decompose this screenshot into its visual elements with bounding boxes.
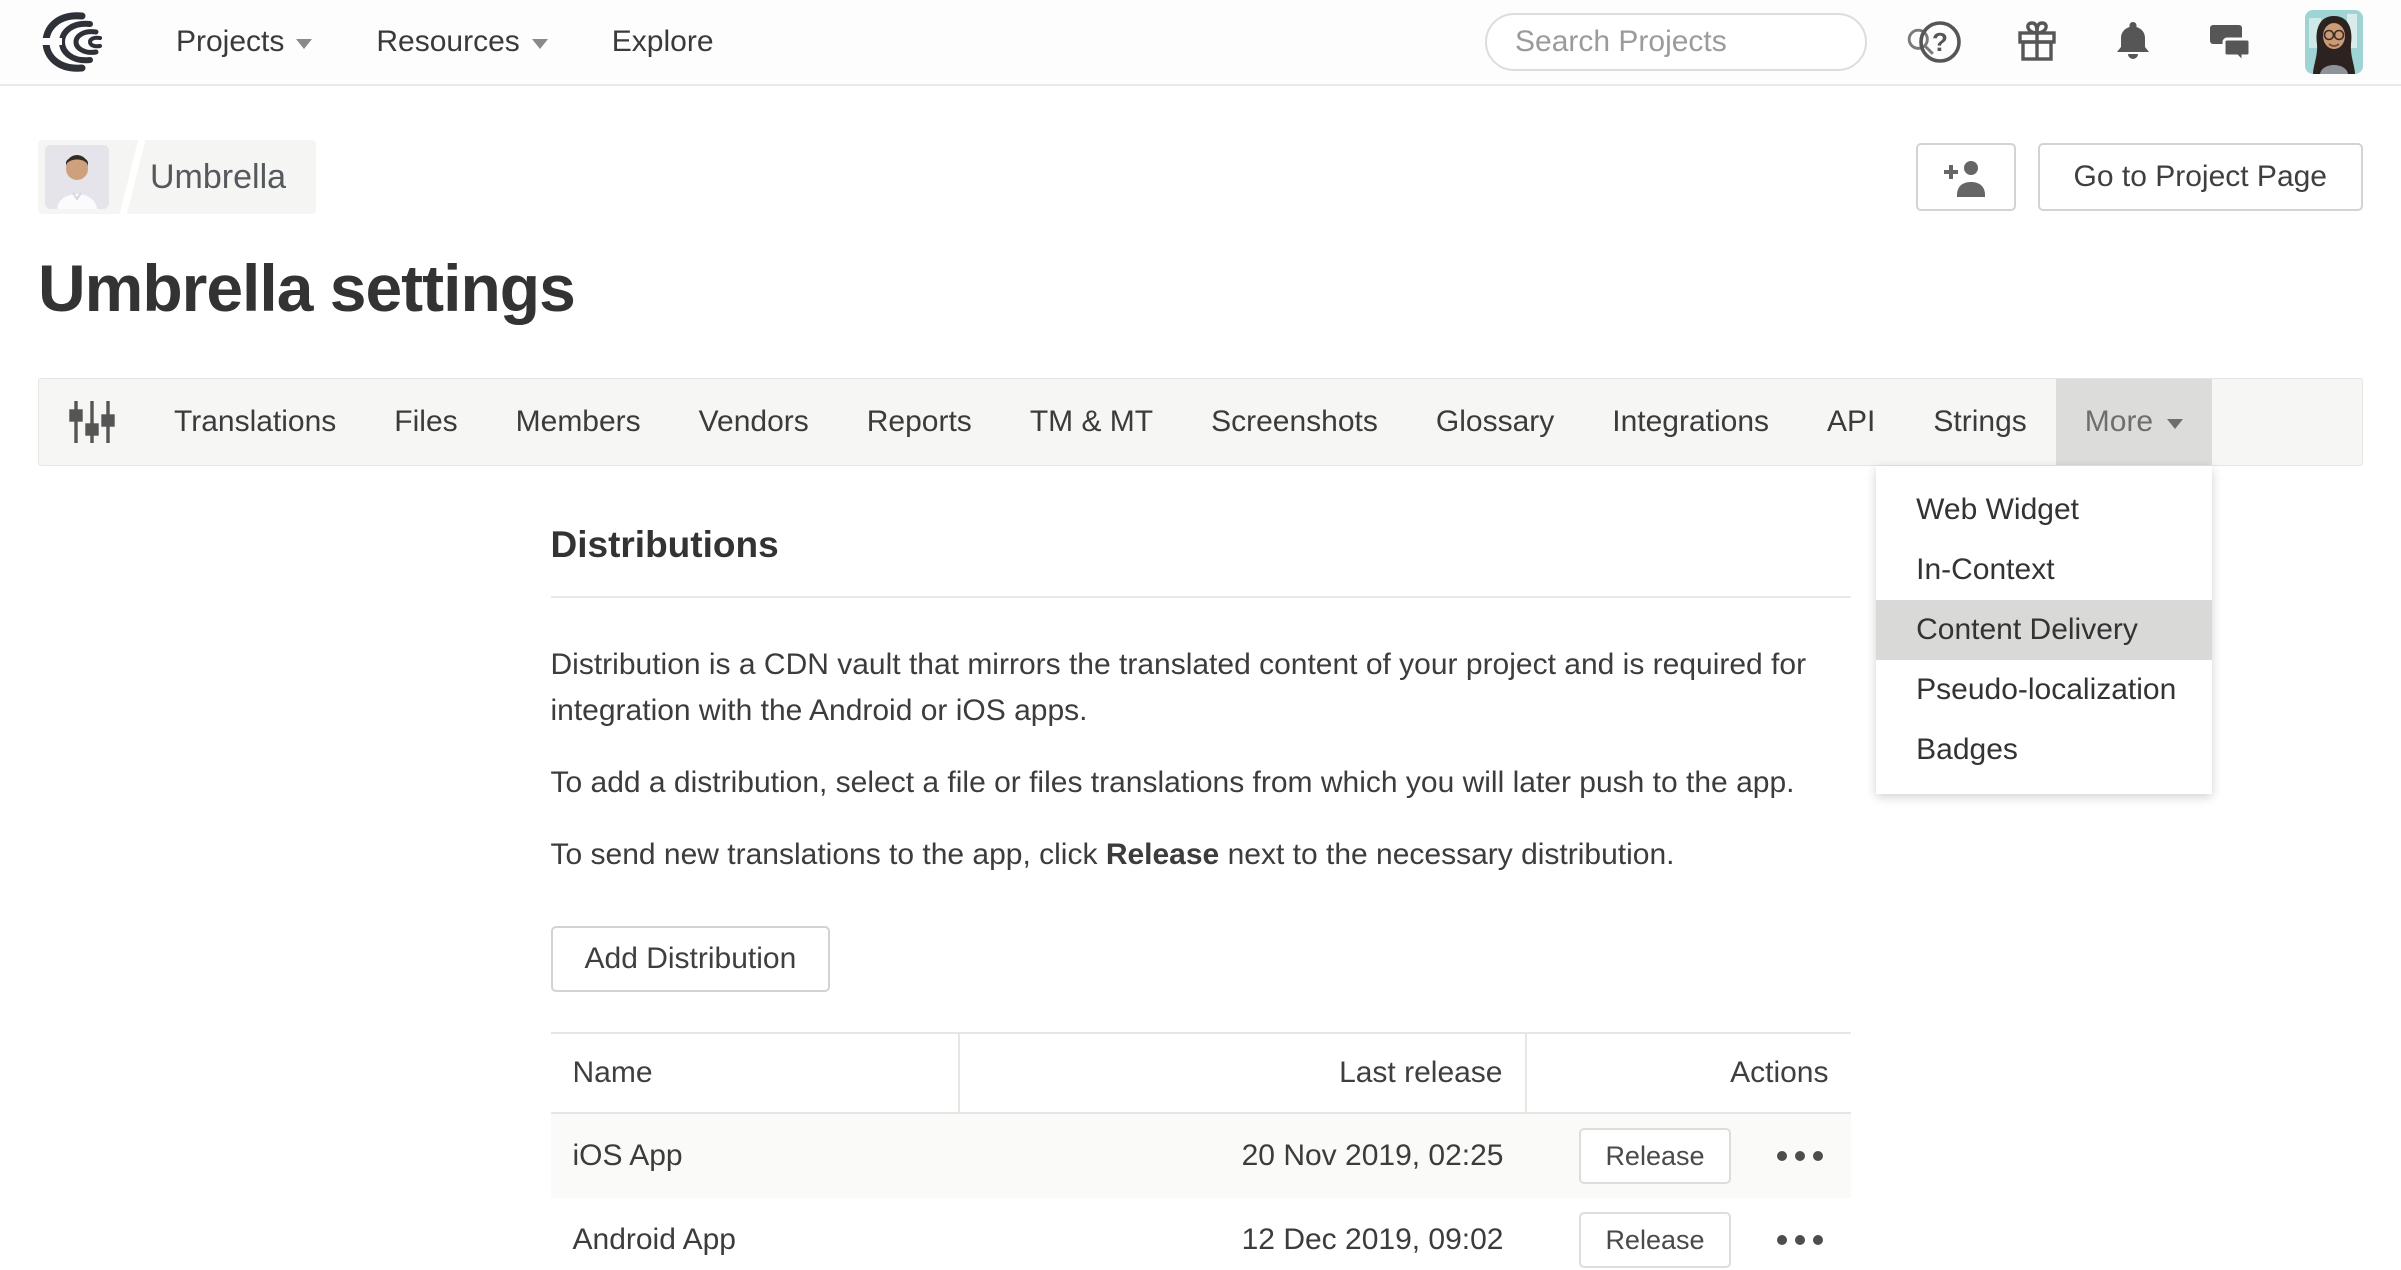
- tab-members[interactable]: Members: [487, 379, 670, 465]
- navbar-right: ?: [1485, 10, 2363, 74]
- table-row-ios-app: iOS App 20 Nov 2019, 02:25 Release: [551, 1113, 1851, 1198]
- menu-explore-label: Explore: [612, 25, 714, 59]
- tab-api[interactable]: API: [1798, 379, 1904, 465]
- tab-more[interactable]: More Web Widget In-Context Content Deliv…: [2056, 379, 2212, 465]
- description-3-bold: Release: [1106, 838, 1219, 871]
- description-3-suffix: next to the necessary distribution.: [1219, 838, 1674, 871]
- tab-integrations[interactable]: Integrations: [1583, 379, 1798, 465]
- chevron-down-icon: [296, 39, 312, 49]
- section-heading: Distributions: [551, 524, 1851, 598]
- table-header-row: Name Last release Actions: [551, 1033, 1851, 1113]
- breadcrumb-project-name: Umbrella: [150, 158, 286, 197]
- svg-text:?: ?: [1932, 27, 1948, 57]
- breadcrumb-separator: [116, 140, 149, 214]
- tab-glossary[interactable]: Glossary: [1407, 379, 1583, 465]
- go-to-project-page-button[interactable]: Go to Project Page: [2038, 143, 2363, 211]
- tab-translations[interactable]: Translations: [145, 379, 365, 465]
- project-owner-avatar: [45, 145, 109, 209]
- menu-item-web-widget[interactable]: Web Widget: [1876, 480, 2212, 540]
- tab-screenshots[interactable]: Screenshots: [1182, 379, 1407, 465]
- column-header-name: Name: [551, 1033, 959, 1113]
- more-dropdown-menu: Web Widget In-Context Content Delivery P…: [1876, 466, 2212, 794]
- distributions-description-3: To send new translations to the app, cli…: [551, 832, 1851, 878]
- settings-sliders-icon[interactable]: [39, 379, 145, 465]
- header-actions: Go to Project Page: [1916, 143, 2363, 211]
- distributions-description-2: To add a distribution, select a file or …: [551, 760, 1851, 806]
- chevron-down-icon: [2167, 419, 2183, 429]
- breadcrumb-row: Umbrella Go to Project Page: [38, 140, 2363, 214]
- tab-more-label: More: [2085, 405, 2153, 439]
- brand-logo-icon[interactable]: [38, 10, 116, 74]
- tab-tm-mt[interactable]: TM & MT: [1001, 379, 1182, 465]
- menu-resources-label: Resources: [376, 25, 519, 59]
- page-title: Umbrella settings: [38, 250, 2363, 326]
- tab-reports[interactable]: Reports: [838, 379, 1001, 465]
- notifications-bell-icon[interactable]: [2111, 18, 2155, 66]
- distributions-description-1: Distribution is a CDN vault that mirrors…: [551, 642, 1851, 734]
- row-actions-ellipsis-icon[interactable]: [1775, 1225, 1825, 1255]
- distributions-section: Distributions Distribution is a CDN vaul…: [551, 524, 1851, 1270]
- top-navbar: Projects Resources Explore ?: [0, 0, 2401, 86]
- tab-strings[interactable]: Strings: [1904, 379, 2055, 465]
- search-box[interactable]: [1485, 13, 1867, 71]
- chevron-down-icon: [532, 39, 548, 49]
- row-actions-ellipsis-icon[interactable]: [1775, 1141, 1825, 1171]
- logo-slit: [40, 38, 62, 45]
- breadcrumb[interactable]: Umbrella: [38, 140, 316, 214]
- distribution-name: Android App: [551, 1198, 959, 1270]
- menu-projects-label: Projects: [176, 25, 284, 59]
- table-row-android-app: Android App 12 Dec 2019, 09:02 Release: [551, 1198, 1851, 1270]
- last-release-date: 12 Dec 2019, 09:02: [959, 1198, 1526, 1270]
- menu-item-badges[interactable]: Badges: [1876, 720, 2212, 780]
- tab-files[interactable]: Files: [365, 379, 486, 465]
- help-icon[interactable]: ?: [1917, 19, 1963, 65]
- column-header-actions: Actions: [1526, 1033, 1851, 1113]
- invite-user-button[interactable]: [1916, 143, 2016, 211]
- menu-item-content-delivery[interactable]: Content Delivery: [1876, 600, 2212, 660]
- column-header-last-release: Last release: [959, 1033, 1526, 1113]
- search-input[interactable]: [1515, 25, 1901, 59]
- tab-vendors[interactable]: Vendors: [670, 379, 838, 465]
- menu-item-in-context[interactable]: In-Context: [1876, 540, 2212, 600]
- settings-tabbar: Translations Files Members Vendors Repor…: [38, 378, 2363, 466]
- release-button[interactable]: Release: [1579, 1212, 1730, 1268]
- menu-resources[interactable]: Resources: [376, 25, 547, 59]
- release-button[interactable]: Release: [1579, 1128, 1730, 1184]
- messages-chat-icon[interactable]: [2205, 19, 2255, 65]
- distributions-table: Name Last release Actions iOS App 20 Nov…: [551, 1032, 1851, 1270]
- add-distribution-button[interactable]: Add Distribution: [551, 926, 831, 992]
- user-avatar[interactable]: [2305, 10, 2363, 74]
- last-release-date: 20 Nov 2019, 02:25: [959, 1113, 1526, 1198]
- menu-item-pseudo-localization[interactable]: Pseudo-localization: [1876, 660, 2212, 720]
- add-user-icon: [1940, 155, 1992, 199]
- description-3-prefix: To send new translations to the app, cli…: [551, 838, 1106, 871]
- gift-icon[interactable]: [2013, 18, 2061, 66]
- main-menu: Projects Resources Explore: [176, 25, 714, 59]
- menu-projects[interactable]: Projects: [176, 25, 312, 59]
- menu-explore[interactable]: Explore: [612, 25, 714, 59]
- distribution-name: iOS App: [551, 1113, 959, 1198]
